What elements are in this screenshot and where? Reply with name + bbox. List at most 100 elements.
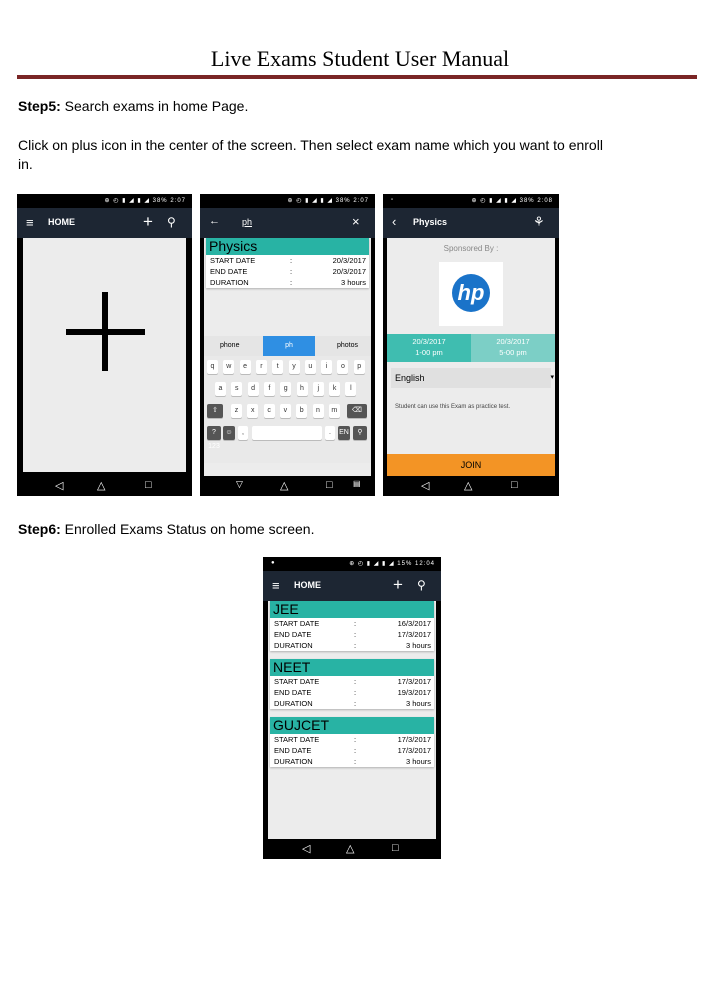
key-v[interactable]: v	[279, 404, 291, 418]
recent-apps-icon[interactable]: □	[145, 479, 152, 491]
key-o[interactable]: o	[337, 360, 349, 374]
hamburger-icon[interactable]: ≡	[272, 578, 280, 593]
back-nav-icon[interactable]: ◁	[55, 479, 63, 492]
suggestion-ph[interactable]: ph	[263, 336, 315, 356]
key-z[interactable]: z	[231, 404, 242, 418]
key-s[interactable]: s	[231, 382, 243, 396]
key-n[interactable]: n	[312, 404, 324, 418]
search-icon[interactable]: ⚲	[167, 215, 176, 229]
step5-instruction-line1: Click on plus icon in the center of the …	[18, 137, 603, 153]
key-q[interactable]: q	[207, 360, 218, 374]
status-icons: ⊕ ◴ ▮ ◢ ▮ ◢	[104, 198, 150, 204]
exam-card-neet[interactable]: NEET START DATE: 17/3/2017 END DATE: 19/3/…	[270, 659, 434, 709]
comma-key[interactable]: ,	[238, 426, 248, 440]
row-label: END DATE	[274, 630, 312, 639]
row-label: DURATION	[274, 641, 313, 650]
row-label: DURATION	[210, 278, 249, 287]
row-value: 3 hours	[405, 757, 431, 766]
home-nav-icon[interactable]: △	[97, 479, 105, 492]
android-nav-bar: ◁ △ □	[17, 476, 192, 496]
key-l[interactable]: l	[345, 382, 357, 396]
key-j[interactable]: j	[312, 382, 324, 396]
back-arrow-icon[interactable]: ←	[209, 215, 220, 227]
key-b[interactable]: b	[296, 404, 308, 418]
row-separator: :	[290, 278, 293, 287]
key-i[interactable]: i	[321, 360, 333, 374]
recent-apps-icon[interactable]: □	[326, 479, 333, 491]
home-nav-icon[interactable]: △	[346, 842, 354, 855]
android-nav-bar: ◁ △ □	[383, 476, 559, 496]
emoji-key-icon[interactable]: ☺	[223, 426, 235, 440]
status-time: 12:04	[414, 561, 435, 567]
recent-apps-icon[interactable]: □	[392, 842, 399, 854]
join-button[interactable]: JOIN	[387, 454, 555, 476]
key-w[interactable]: w	[223, 360, 235, 374]
key-g[interactable]: g	[280, 382, 292, 396]
period-key[interactable]: .	[325, 426, 335, 440]
row-label: END DATE	[274, 746, 312, 755]
suggestion-phone[interactable]: phone	[220, 342, 239, 349]
back-nav-icon[interactable]: ◁	[421, 479, 429, 492]
home-nav-icon[interactable]: △	[280, 479, 288, 492]
keyboard-suggestions: phone ph photos	[204, 336, 371, 356]
row-value: 16/3/2017	[397, 619, 431, 628]
shift-key-icon[interactable]: ⇧	[207, 404, 223, 418]
key-a[interactable]: a	[215, 382, 226, 396]
step5-text: Search exams in home Page.	[60, 98, 249, 114]
recent-apps-icon[interactable]: □	[511, 479, 518, 491]
close-icon[interactable]: ×	[352, 214, 360, 229]
keyboard: q w e r t y u i o p a s d f g h j k l ⇧ z x c v b n m ⌫ ?123 ☺,. EN ⚲	[204, 356, 371, 463]
key-k[interactable]: k	[329, 382, 341, 396]
add-exam-plus-icon[interactable]	[102, 292, 108, 371]
plus-icon[interactable]: +	[393, 575, 403, 595]
language-value: English	[395, 373, 425, 383]
backspace-key-icon[interactable]: ⌫	[347, 404, 367, 418]
status-icons: ⊕ ◴ ▮ ◢ ▮ ◢	[471, 198, 517, 204]
back-chevron-icon[interactable]: ‹	[392, 214, 396, 229]
card-row-start: START DATE: 16/3/2017	[270, 618, 434, 629]
card-row-duration: DURATION: 3 hours	[270, 640, 434, 651]
language-key[interactable]: EN	[338, 426, 350, 440]
enroll-user-icon[interactable]: ⚘	[533, 214, 545, 230]
exam-card-physics[interactable]: Physics START DATE: 20/3/2017 END DATE: 20…	[206, 238, 369, 288]
key-c[interactable]: c	[263, 404, 275, 418]
hide-keyboard-icon[interactable]: ▽	[236, 479, 243, 490]
search-icon[interactable]: ⚲	[417, 578, 426, 592]
key-r[interactable]: r	[255, 360, 267, 374]
key-x[interactable]: x	[247, 404, 259, 418]
key-y[interactable]: y	[288, 360, 300, 374]
key-d[interactable]: d	[247, 382, 259, 396]
suggestion-photos[interactable]: photos	[337, 342, 358, 349]
battery-level: 38%	[519, 198, 535, 204]
row-value: 20/3/2017	[332, 256, 366, 265]
home-nav-icon[interactable]: △	[464, 479, 472, 492]
search-key-icon[interactable]: ⚲	[353, 426, 367, 440]
exam-card-gujcet[interactable]: GUJCET START DATE: 17/3/2017 END DATE: 17/…	[270, 717, 434, 767]
plus-icon[interactable]: +	[143, 212, 153, 232]
key-m[interactable]: m	[328, 404, 340, 418]
row-separator: :	[354, 735, 357, 744]
key-p[interactable]: p	[353, 360, 365, 374]
key-t[interactable]: t	[272, 360, 284, 374]
numbers-key[interactable]: ?123	[207, 426, 221, 450]
row-separator: :	[354, 699, 357, 708]
exam-card-jee[interactable]: JEE START DATE: 16/3/2017 END DATE: 17/3/2…	[270, 601, 434, 651]
app-title: HOME	[294, 580, 321, 590]
app-bar: ≡ HOME + ⚲	[17, 208, 192, 238]
key-u[interactable]: u	[304, 360, 316, 374]
enrolled-exam-list: JEE START DATE: 16/3/2017 END DATE: 17/3/2…	[268, 601, 436, 839]
search-input[interactable]: ph	[242, 217, 252, 227]
row-label: START DATE	[274, 619, 320, 628]
document-title: Live Exams Student User Manual	[210, 46, 510, 71]
space-key[interactable]	[252, 426, 322, 440]
language-select[interactable]: English ▾	[391, 368, 554, 388]
key-e[interactable]: e	[239, 360, 251, 374]
status-time: 2:07	[353, 198, 369, 204]
battery-level: 38%	[152, 198, 168, 204]
key-h[interactable]: h	[296, 382, 308, 396]
keyboard-switch-icon[interactable]: ▤	[353, 479, 361, 488]
hamburger-icon[interactable]: ≡	[26, 215, 34, 230]
key-f[interactable]: f	[263, 382, 275, 396]
title-rule	[17, 75, 697, 79]
back-nav-icon[interactable]: ◁	[302, 842, 310, 855]
